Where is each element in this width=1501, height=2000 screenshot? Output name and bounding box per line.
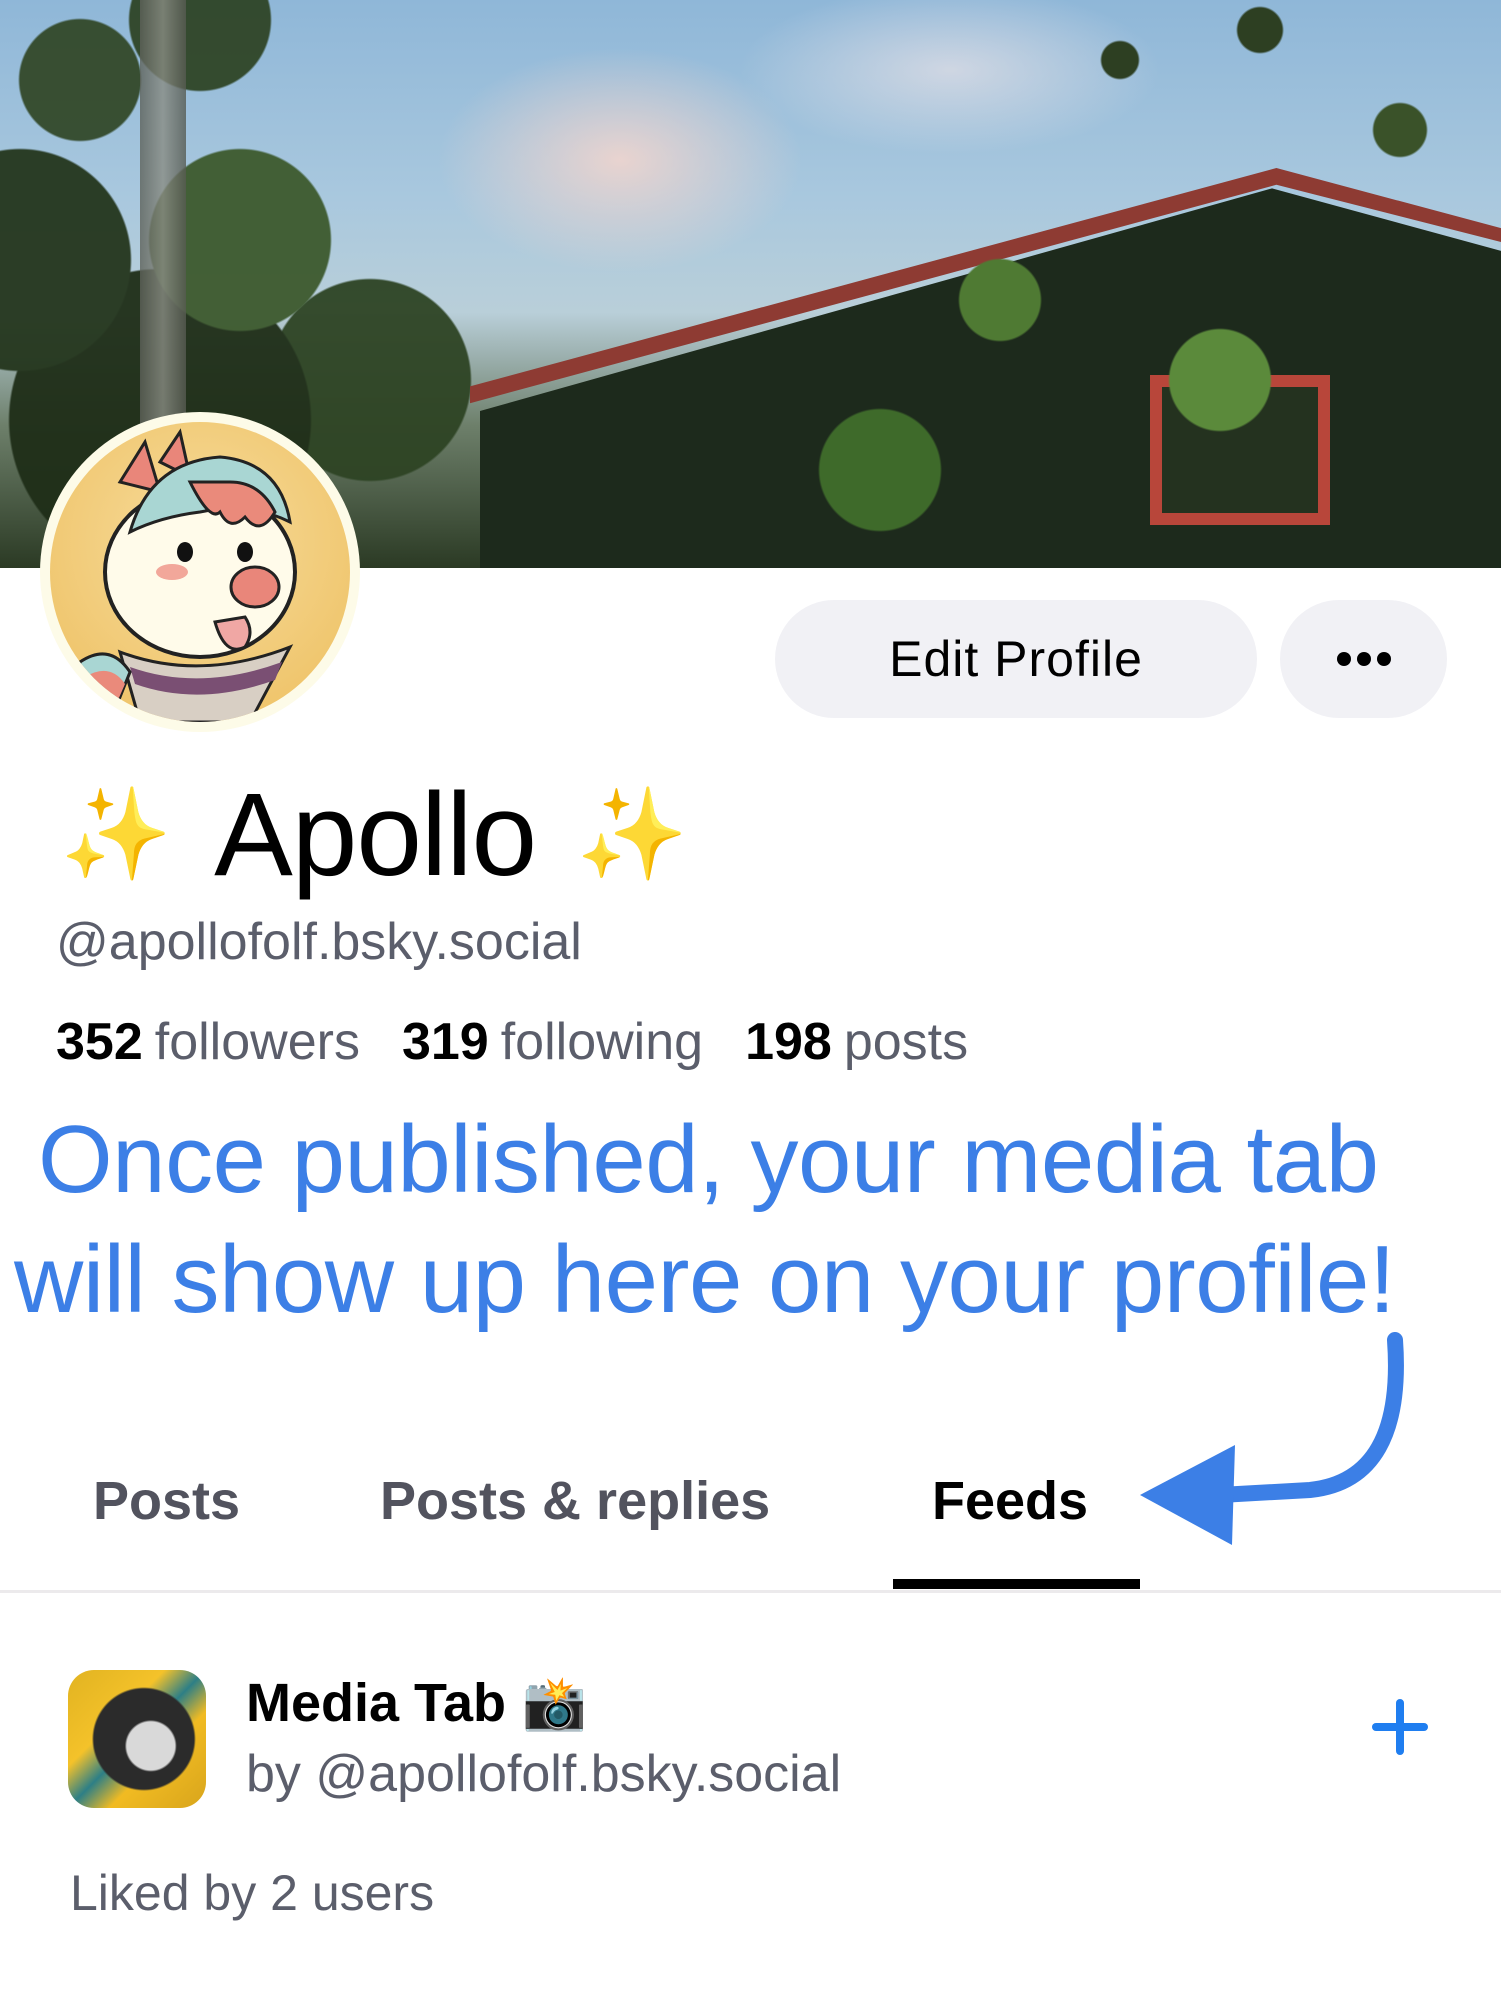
- avatar-illustration: [68, 428, 297, 722]
- sparkles-icon: ✨: [60, 785, 173, 885]
- tabs-divider: [0, 1590, 1501, 1593]
- active-tab-indicator: [893, 1579, 1140, 1589]
- posts-count: 198: [745, 1013, 832, 1071]
- annotation-line-1: Once published, your media tab: [38, 1106, 1379, 1213]
- edit-profile-button[interactable]: Edit Profile: [775, 600, 1257, 718]
- avatar-image: [50, 422, 350, 722]
- more-options-button[interactable]: [1280, 600, 1447, 718]
- posts-label: posts: [843, 1013, 969, 1071]
- posts-stat: 198 posts: [745, 1012, 968, 1072]
- annotation-line-2: will show up here on your profile!: [14, 1226, 1396, 1333]
- tab-feeds[interactable]: Feeds: [932, 1470, 1088, 1532]
- profile-handle: @apollofolf.bsky.social: [56, 913, 582, 971]
- profile-display-name: ✨ Apollo ✨: [60, 765, 688, 905]
- annotation-text: Once published, your media tab will show…: [14, 1100, 1494, 1340]
- camera-flash-icon: 📸: [522, 1674, 587, 1733]
- feed-title: Media Tab 📸: [246, 1672, 587, 1734]
- add-feed-button[interactable]: [1365, 1692, 1435, 1762]
- followers-stat[interactable]: 352 followers: [56, 1012, 360, 1072]
- profile-stats: 352 followers 319 following 198 posts: [56, 1012, 1010, 1072]
- sparkles-icon: ✨: [576, 785, 689, 885]
- display-name-text: Apollo: [214, 769, 537, 901]
- feed-likes: Liked by 2 users: [70, 1865, 435, 1921]
- tab-posts[interactable]: Posts: [93, 1470, 240, 1532]
- feed-avatar: [68, 1670, 206, 1808]
- feed-list-item[interactable]: Media Tab 📸 by @apollofolf.bsky.social L…: [0, 1600, 1501, 2000]
- ellipsis-icon: [1376, 652, 1391, 666]
- followers-label: followers: [154, 1013, 360, 1071]
- feed-title-text: Media Tab: [246, 1673, 507, 1733]
- following-stat[interactable]: 319 following: [402, 1012, 703, 1072]
- profile-tabs: Posts Posts & replies Feeds: [0, 1450, 1501, 1590]
- plus-icon: [1396, 1699, 1404, 1755]
- tab-posts-and-replies[interactable]: Posts & replies: [380, 1470, 770, 1532]
- ellipsis-icon: [1356, 652, 1371, 666]
- ellipsis-icon: [1336, 652, 1351, 666]
- following-count: 319: [401, 1013, 489, 1071]
- followers-count: 352: [56, 1013, 143, 1071]
- avatar[interactable]: [40, 412, 360, 732]
- following-label: following: [500, 1013, 704, 1071]
- feed-author: by @apollofolf.bsky.social: [246, 1745, 842, 1803]
- banner-leaves: [700, 0, 1501, 568]
